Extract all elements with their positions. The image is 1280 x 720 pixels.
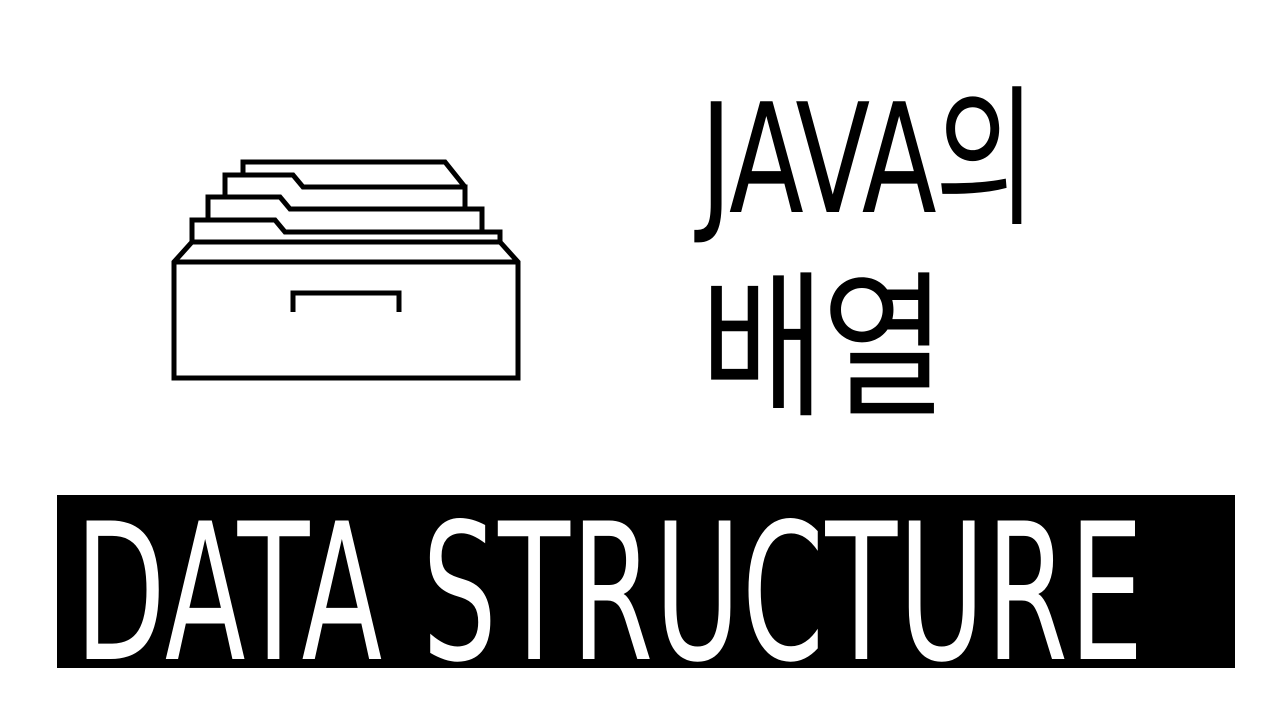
thumbnail-canvas: JAVA의 배열 DATA STRUCTURE <box>0 0 1280 720</box>
banner-text: DATA STRUCTURE <box>75 495 1145 669</box>
data-structure-banner: DATA STRUCTURE <box>57 495 1235 668</box>
file-drawer-icon <box>171 159 521 381</box>
title-line-java: JAVA의 <box>700 71 1036 248</box>
title-line-array: 배열 <box>700 257 947 441</box>
